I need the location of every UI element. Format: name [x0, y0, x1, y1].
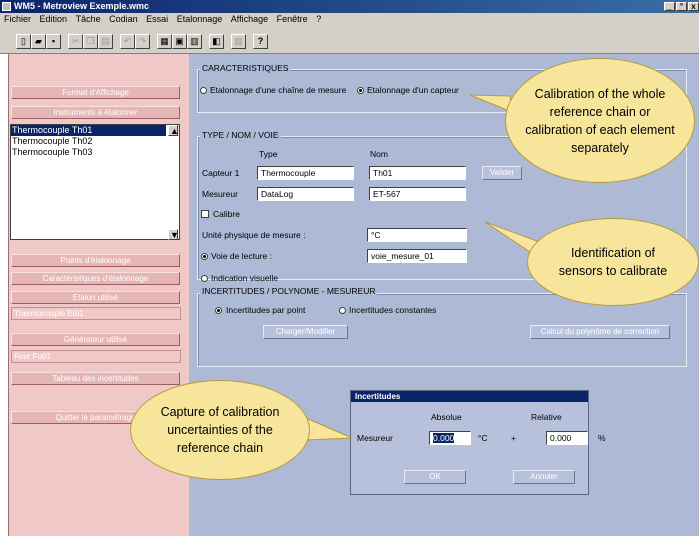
- callout-calibration: Calibration of the whole reference chain…: [505, 58, 695, 183]
- callout-capture: Capture of calibration uncertainties of …: [130, 380, 310, 480]
- callout-identification: Identification of sensors to calibrate: [527, 218, 699, 306]
